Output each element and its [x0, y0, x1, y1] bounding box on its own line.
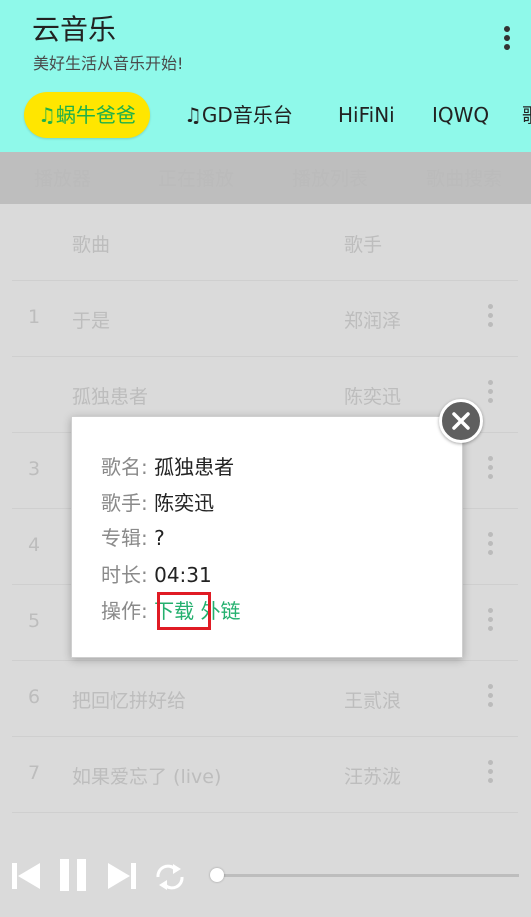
more-vert-icon[interactable] — [503, 26, 511, 52]
close-button[interactable] — [439, 399, 483, 443]
pause-icon[interactable] — [58, 857, 90, 893]
player-bar — [0, 845, 531, 917]
info-album-value: ? — [154, 526, 165, 550]
info-artist-row: 歌手: 陈奕迅 — [101, 487, 214, 516]
info-name-row: 歌名: 孤独患者 — [101, 451, 234, 480]
info-name-label: 歌名: — [101, 455, 148, 479]
info-action-label: 操作: — [101, 599, 148, 623]
info-duration-value: 04:31 — [154, 563, 212, 587]
app-subtitle: 美好生活从音乐开始! — [33, 54, 184, 73]
tab-iqwq[interactable]: IQWQ — [432, 92, 489, 138]
tab-woniu-baba[interactable]: ♫蜗牛爸爸 — [24, 92, 150, 138]
app-title: 云音乐 — [32, 13, 117, 46]
info-album-label: 专辑: — [101, 526, 148, 550]
info-artist-value: 陈奕迅 — [154, 491, 215, 515]
skip-previous-icon[interactable] — [10, 860, 42, 892]
info-album-row: 专辑: ? — [101, 522, 165, 551]
info-artist-label: 歌手: — [101, 491, 148, 515]
app-header: 云音乐 美好生活从音乐开始! ♫蜗牛爸爸 ♫GD音乐台 HiFiNi IQWQ … — [0, 0, 531, 152]
source-tabs: ♫蜗牛爸爸 ♫GD音乐台 HiFiNi IQWQ 歌 — [0, 92, 531, 140]
info-duration-label: 时长: — [101, 563, 148, 587]
download-highlight-box — [157, 592, 211, 630]
tab-hifini[interactable]: HiFiNi — [338, 92, 395, 138]
repeat-icon[interactable] — [153, 863, 187, 891]
app-root: 云音乐 美好生活从音乐开始! ♫蜗牛爸爸 ♫GD音乐台 HiFiNi IQWQ … — [0, 0, 531, 917]
progress-knob[interactable] — [210, 868, 224, 882]
tab-partial[interactable]: 歌 — [522, 92, 531, 138]
tab-gd-radio[interactable]: ♫GD音乐台 — [184, 92, 293, 138]
info-duration-row: 时长: 04:31 — [101, 559, 212, 588]
skip-next-icon[interactable] — [106, 860, 138, 892]
info-name-value: 孤独患者 — [154, 455, 235, 479]
close-icon — [452, 412, 470, 430]
progress-track[interactable] — [216, 874, 519, 877]
